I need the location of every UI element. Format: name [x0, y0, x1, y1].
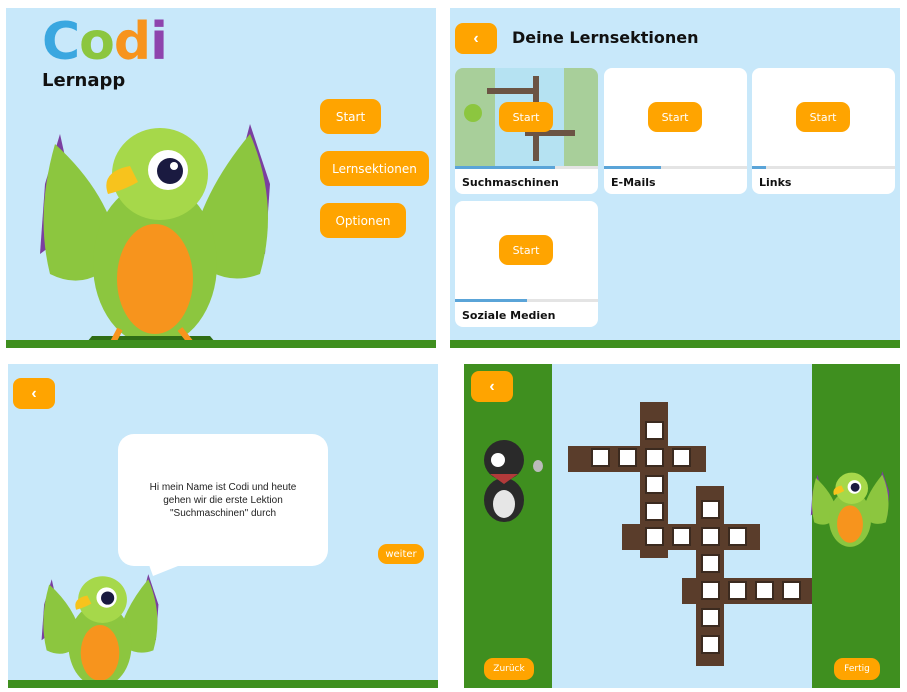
logo-letter-d: d — [113, 12, 151, 72]
crossword-cell[interactable] — [591, 448, 610, 467]
ground — [8, 680, 438, 688]
section-label: Soziale Medien — [462, 309, 556, 322]
ground — [6, 340, 436, 348]
chevron-left-icon: ‹ — [473, 29, 479, 47]
logo-letter-i: i — [150, 12, 168, 72]
chevron-left-icon: ‹ — [31, 384, 37, 402]
progress-bar-soziale-medien — [455, 299, 527, 302]
app-logo: Codi — [42, 12, 168, 72]
section-label: Links — [759, 176, 792, 189]
chevron-left-icon: ‹ — [489, 377, 495, 395]
crossword-cell[interactable] — [782, 581, 801, 600]
fertig-button[interactable]: Fertig — [834, 658, 880, 680]
crossword-cell[interactable] — [645, 502, 664, 521]
logo-letter-c: C — [42, 12, 80, 72]
back-button[interactable]: ‹ — [455, 23, 497, 54]
main-menu-screen: Codi Lernapp Start Lernsektionen Optione… — [6, 8, 436, 348]
crossword-cell[interactable] — [645, 527, 664, 546]
start-button-emails[interactable]: Start — [648, 102, 702, 132]
progress-bar-suchmaschinen — [455, 166, 556, 169]
logo-letter-o: o — [79, 12, 115, 72]
crossword-screen: ‹ Zurück Fertig — [464, 364, 900, 688]
app-subtitle: Lernapp — [42, 70, 126, 91]
parrot-mascot-large — [40, 124, 270, 348]
start-button-soziale-medien[interactable]: Start — [499, 235, 553, 265]
back-button[interactable]: ‹ — [471, 371, 513, 402]
speech-bubble: Hi mein Name ist Codi und heute gehen wi… — [118, 434, 328, 566]
start-button[interactable]: Start — [320, 99, 381, 134]
sections-screen: ‹ Deine Lernsektionen Start Suchmaschine… — [450, 8, 900, 348]
section-card-suchmaschinen[interactable]: Start Suchmaschinen — [455, 68, 598, 194]
crossword-cell[interactable] — [728, 527, 747, 546]
crossword-cell[interactable] — [755, 581, 774, 600]
crossword-cell[interactable] — [645, 448, 664, 467]
section-label: Suchmaschinen — [462, 176, 559, 189]
section-card-links[interactable]: Start Links — [752, 68, 895, 194]
crossword-cell[interactable] — [618, 448, 637, 467]
crossword-cell[interactable] — [645, 475, 664, 494]
optionen-button[interactable]: Optionen — [320, 203, 406, 238]
crossword-cell[interactable] — [701, 527, 720, 546]
parrot-mascot-small — [810, 471, 890, 547]
dog-character — [484, 440, 543, 522]
page-title: Deine Lernsektionen — [512, 28, 699, 47]
dialog-screen: ‹ Hi mein Name ist Codi und heute gehen … — [8, 364, 438, 688]
progress-bar-links — [752, 166, 767, 169]
section-card-emails[interactable]: Start E-Mails — [604, 68, 747, 194]
start-button-suchmaschinen[interactable]: Start — [499, 102, 553, 132]
start-button-links[interactable]: Start — [796, 102, 850, 132]
crossword-cell[interactable] — [645, 421, 664, 440]
crossword-cell[interactable] — [672, 448, 691, 467]
crossword-cell[interactable] — [701, 608, 720, 627]
crossword-cell[interactable] — [728, 581, 747, 600]
crossword-cell[interactable] — [701, 581, 720, 600]
crossword-cell[interactable] — [701, 554, 720, 573]
back-button[interactable]: ‹ — [13, 378, 55, 409]
crossword-cell[interactable] — [672, 527, 691, 546]
ground — [450, 340, 900, 348]
parrot-mascot-small — [41, 574, 159, 687]
lernsektionen-button[interactable]: Lernsektionen — [320, 151, 429, 186]
section-label: E-Mails — [611, 176, 656, 189]
crossword-cell[interactable] — [701, 500, 720, 519]
section-card-soziale-medien[interactable]: Start Soziale Medien — [455, 201, 598, 327]
progress-bar-emails — [604, 166, 662, 169]
crossword-cell[interactable] — [701, 635, 720, 654]
weiter-button[interactable]: weiter — [378, 544, 424, 564]
zurueck-button[interactable]: Zurück — [484, 658, 534, 680]
